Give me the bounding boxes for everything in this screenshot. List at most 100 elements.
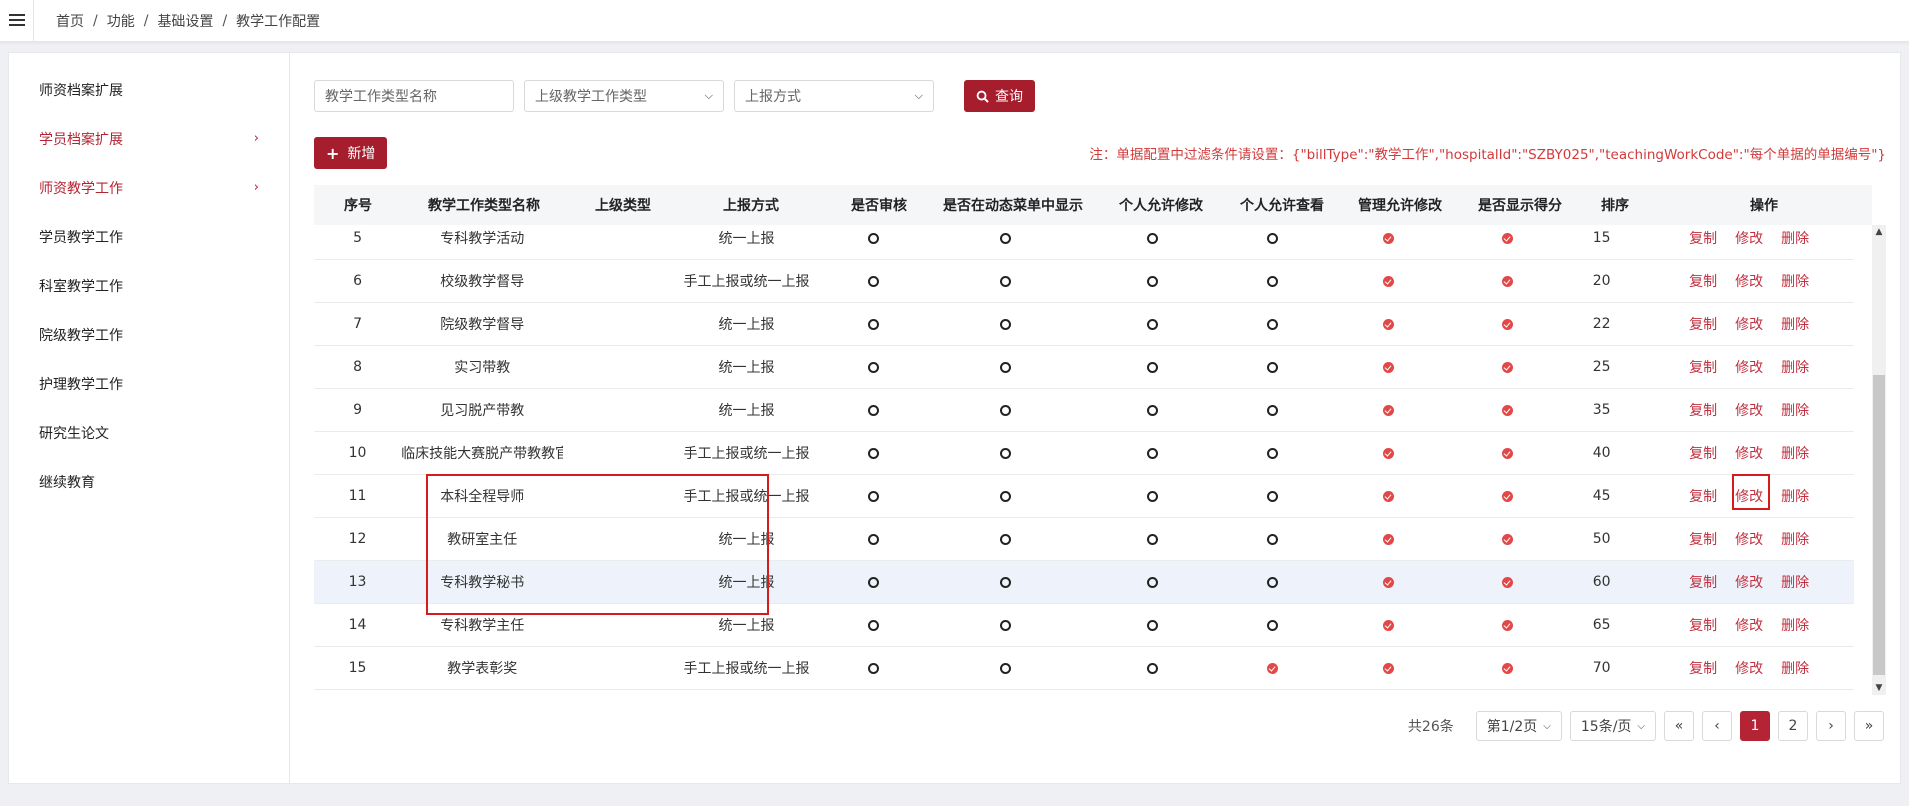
cell-am [1322,230,1457,246]
copy-button[interactable]: 复制 [1689,228,1717,248]
delete-button[interactable]: 删除 [1781,572,1809,592]
edit-button[interactable]: 修改 [1735,443,1763,463]
sidebar-item-nursing-teaching-work[interactable]: 护理教学工作 [9,359,289,408]
table-row[interactable]: 9 见习脱产带教 统一上报 35 复制 修改 删除 [314,389,1854,432]
delete-button[interactable]: 删除 [1781,228,1809,248]
delete-button[interactable]: 删除 [1781,400,1809,420]
breadcrumb-basic-settings[interactable]: 基础设置 [157,11,213,31]
copy-button[interactable]: 复制 [1689,529,1717,549]
edit-button[interactable]: 修改 [1735,529,1763,549]
empty-circle-icon [1266,490,1278,502]
empty-circle-icon [1266,232,1278,244]
delete-button[interactable]: 删除 [1781,658,1809,678]
delete-button[interactable]: 删除 [1781,443,1809,463]
copy-button[interactable]: 复制 [1689,658,1717,678]
cell-sort: 22 [1592,316,1611,332]
sidebar-item-student-archive[interactable]: 学员档案扩展 › [9,114,289,163]
menu-toggle-button[interactable] [0,0,34,42]
table-row[interactable]: 7 院级教学督导 统一上报 22 复制 修改 删除 [314,303,1854,346]
cell-score [1456,488,1559,504]
table-row[interactable]: 6 校级教学督导 手工上报或统一上报 20 复制 修改 删除 [314,260,1854,303]
empty-circle-icon [1146,232,1158,244]
first-page-button[interactable]: « [1664,711,1694,741]
table-row[interactable]: 15 教学表彰奖 手工上报或统一上报 70 复制 修改 删除 [314,647,1854,690]
breadcrumb-current: 教学工作配置 [236,13,321,30]
copy-button[interactable]: 复制 [1689,486,1717,506]
copy-button[interactable]: 复制 [1689,443,1717,463]
copy-button[interactable]: 复制 [1689,400,1717,420]
edit-button[interactable]: 修改 [1735,271,1763,291]
delete-button[interactable]: 删除 [1781,486,1809,506]
delete-button[interactable]: 删除 [1781,615,1809,635]
cell-ops: 复制 修改 删除 [1644,615,1854,635]
table-row[interactable]: 5 专科教学活动 统一上报 15 复制 修改 删除 [314,225,1854,260]
next-page-button[interactable]: › [1816,711,1846,741]
delete-button[interactable]: 删除 [1781,529,1809,549]
empty-circle-icon [1266,404,1278,416]
delete-button[interactable]: 删除 [1781,271,1809,291]
last-page-button[interactable]: » [1854,711,1884,741]
copy-button[interactable]: 复制 [1689,572,1717,592]
query-button[interactable]: 查询 [964,80,1035,112]
report-method-select[interactable]: 上报方式 ⌵ [734,80,934,112]
cell-audit [817,574,930,590]
page-1-button[interactable]: 1 [1740,711,1770,741]
empty-circle-icon [1266,619,1278,631]
empty-circle-icon [867,318,879,330]
cell-pm [1082,488,1223,504]
scroll-up-icon[interactable]: ▲ [1872,225,1886,239]
cell-ops: 复制 修改 删除 [1644,314,1854,334]
cell-sort: 65 [1592,617,1611,633]
edit-button[interactable]: 修改 [1735,615,1763,635]
page-2-button[interactable]: 2 [1778,711,1808,741]
col-header: 是否审核 [851,198,907,214]
col-header: 管理允许修改 [1358,198,1442,214]
scroll-down-icon[interactable]: ▼ [1872,681,1886,695]
cell-pm [1082,445,1223,461]
sidebar-item-hospital-teaching-work[interactable]: 院级教学工作 [9,310,289,359]
breadcrumb-function[interactable]: 功能 [107,11,135,31]
sidebar-item-student-teaching-work[interactable]: 学员教学工作 [9,212,289,261]
edit-button[interactable]: 修改 [1735,658,1763,678]
edit-button[interactable]: 修改 [1735,572,1763,592]
table-row[interactable]: 10 临床技能大赛脱产带教教官 手工上报或统一上报 40 复制 修改 删除 [314,432,1854,475]
type-name-input[interactable]: 教学工作类型名称 [314,80,514,112]
copy-button[interactable]: 复制 [1689,615,1717,635]
table-row[interactable]: 8 实习带教 统一上报 25 复制 修改 删除 [314,346,1854,389]
sidebar-item-continuing-education[interactable]: 继续教育 [9,457,289,506]
empty-circle-icon [1266,533,1278,545]
cell-score [1456,531,1559,547]
delete-button[interactable]: 删除 [1781,357,1809,377]
add-button[interactable]: + 新增 [314,137,388,169]
table-scrollbar[interactable]: ▲ ▼ [1872,225,1886,695]
copy-button[interactable]: 复制 [1689,271,1717,291]
sidebar-item-teacher-archive[interactable]: 师资档案扩展 [9,65,289,114]
chevron-down-icon: ⌵ [704,89,713,102]
cell-menu [930,531,1082,547]
edit-button[interactable]: 修改 [1735,228,1763,248]
empty-circle-icon [1266,361,1278,373]
edit-button[interactable]: 修改 [1735,314,1763,334]
copy-button[interactable]: 复制 [1689,314,1717,334]
delete-button[interactable]: 删除 [1781,314,1809,334]
sidebar-item-teacher-teaching-work[interactable]: 师资教学工作 › [9,163,289,212]
sidebar-item-graduate-thesis[interactable]: 研究生论文 [9,408,289,457]
edit-button[interactable]: 修改 [1735,357,1763,377]
cell-audit [817,660,930,676]
cell-sort: 60 [1592,574,1611,590]
copy-button[interactable]: 复制 [1689,357,1717,377]
scrollbar-thumb[interactable] [1873,375,1885,675]
page-size-select[interactable]: 15条/页 ⌵ [1569,711,1656,741]
cell-method: 统一上报 [718,231,775,247]
parent-type-select[interactable]: 上级教学工作类型 ⌵ [524,80,724,112]
check-circle-icon [1383,619,1395,631]
empty-circle-icon [1000,361,1012,373]
col-header: 个人允许修改 [1119,198,1203,214]
prev-page-button[interactable]: ‹ [1702,711,1732,741]
edit-button[interactable]: 修改 [1735,400,1763,420]
cell-ops: 复制 修改 删除 [1644,529,1854,549]
sidebar-item-department-teaching-work[interactable]: 科室教学工作 [9,261,289,310]
page-select[interactable]: 第1/2页 ⌵ [1475,711,1562,741]
cell-no: 15 [348,660,367,676]
breadcrumb-home[interactable]: 首页 [56,11,84,31]
